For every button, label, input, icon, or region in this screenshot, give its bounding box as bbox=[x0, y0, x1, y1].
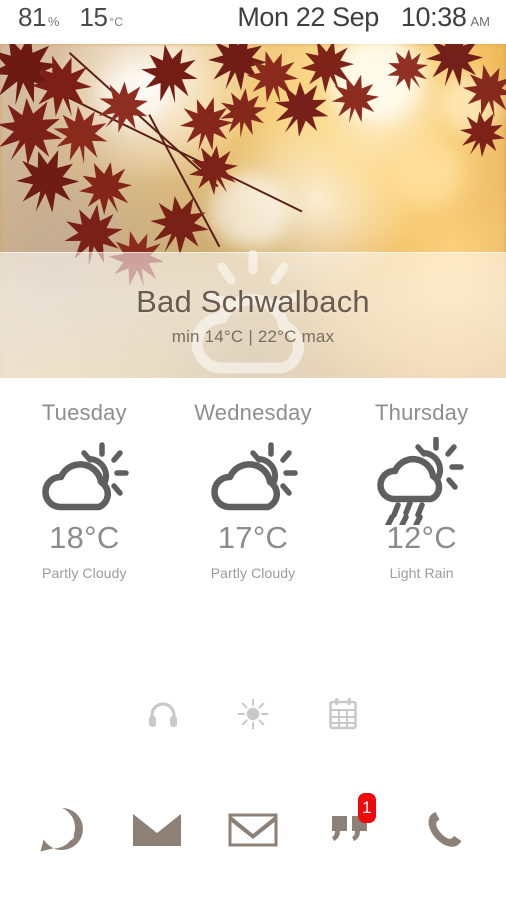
home-screen: 81 % 15 °C Mon 22 Sep 10:38 AM Bad Schwa… bbox=[0, 0, 506, 900]
forecast-temperature: 12°C bbox=[386, 520, 457, 555]
dock-app-gmail[interactable] bbox=[222, 799, 284, 861]
status-temperature-unit: °C bbox=[109, 15, 123, 29]
forecast-temperature: 17°C bbox=[217, 520, 289, 555]
phone-handset-icon bbox=[428, 812, 462, 847]
forecast-day-label: Wednesday bbox=[194, 400, 312, 425]
status-bar-left: 81 % 15 °C bbox=[18, 2, 123, 33]
battery-unit: % bbox=[47, 14, 60, 29]
brightness-sun-icon bbox=[237, 698, 269, 730]
partly-cloudy-icon bbox=[42, 442, 130, 511]
gmail-icon bbox=[228, 813, 278, 847]
dock-app-messages[interactable]: 1 bbox=[318, 793, 380, 861]
forecast-day-tuesday[interactable]: Tuesday 18°C Partly Cloudy bbox=[0, 378, 169, 610]
whatsapp-icon bbox=[40, 808, 83, 852]
partly-cloudy-icon bbox=[211, 442, 298, 511]
shortcut-calendar[interactable] bbox=[326, 697, 360, 731]
bokeh-blob bbox=[392, 140, 462, 206]
calendar-icon bbox=[329, 698, 357, 730]
current-weather-widget[interactable]: Bad Schwalbach min 14°C | 22°C max bbox=[0, 250, 506, 378]
shortcut-headphones[interactable] bbox=[146, 697, 180, 731]
dock-app-whatsapp[interactable] bbox=[31, 799, 93, 861]
shortcut-brightness[interactable] bbox=[236, 697, 270, 731]
dock-app-phone[interactable] bbox=[413, 799, 475, 861]
forecast-day-wednesday[interactable]: Wednesday 17°C Partly Cloudy bbox=[169, 378, 338, 610]
status-bar-right: Mon 22 Sep 10:38 AM bbox=[237, 2, 490, 33]
forecast-day-label: Thursday bbox=[375, 400, 469, 425]
forecast-icon-slot bbox=[376, 437, 468, 525]
dock-app-mail[interactable] bbox=[126, 799, 188, 861]
city-name: Bad Schwalbach bbox=[136, 283, 370, 319]
mail-envelope-icon bbox=[133, 814, 182, 846]
shortcut-row bbox=[0, 692, 506, 736]
status-ampm: AM bbox=[470, 14, 491, 29]
forecast-description: Partly Cloudy bbox=[210, 565, 296, 581]
forecast-description: Light Rain bbox=[389, 565, 454, 581]
forecast-temperature: 18°C bbox=[49, 520, 120, 555]
status-bar: 81 % 15 °C Mon 22 Sep 10:38 AM bbox=[0, 0, 506, 44]
forecast-day-thursday[interactable]: Thursday 12°C Light Rain bbox=[337, 378, 506, 610]
status-date: Mon 22 Sep bbox=[237, 2, 379, 32]
forecast-description: Partly Cloudy bbox=[42, 565, 127, 581]
battery-level: 81 bbox=[18, 2, 46, 32]
rain-icon bbox=[376, 437, 464, 525]
status-temperature: 15 bbox=[79, 2, 108, 32]
dock: 1 bbox=[0, 792, 506, 868]
min-max-temperature: min 14°C | 22°C max bbox=[171, 326, 335, 346]
forecast-icon-slot bbox=[207, 440, 299, 516]
status-time: 10:38 bbox=[400, 2, 467, 32]
forecast-row: Tuesday 18°C Partly Cloudy Wednesday 17°… bbox=[0, 378, 506, 610]
headphones-icon bbox=[149, 702, 177, 727]
forecast-icon-slot bbox=[38, 440, 130, 516]
forecast-day-label: Tuesday bbox=[41, 400, 127, 425]
unread-badge: 1 bbox=[358, 793, 376, 823]
